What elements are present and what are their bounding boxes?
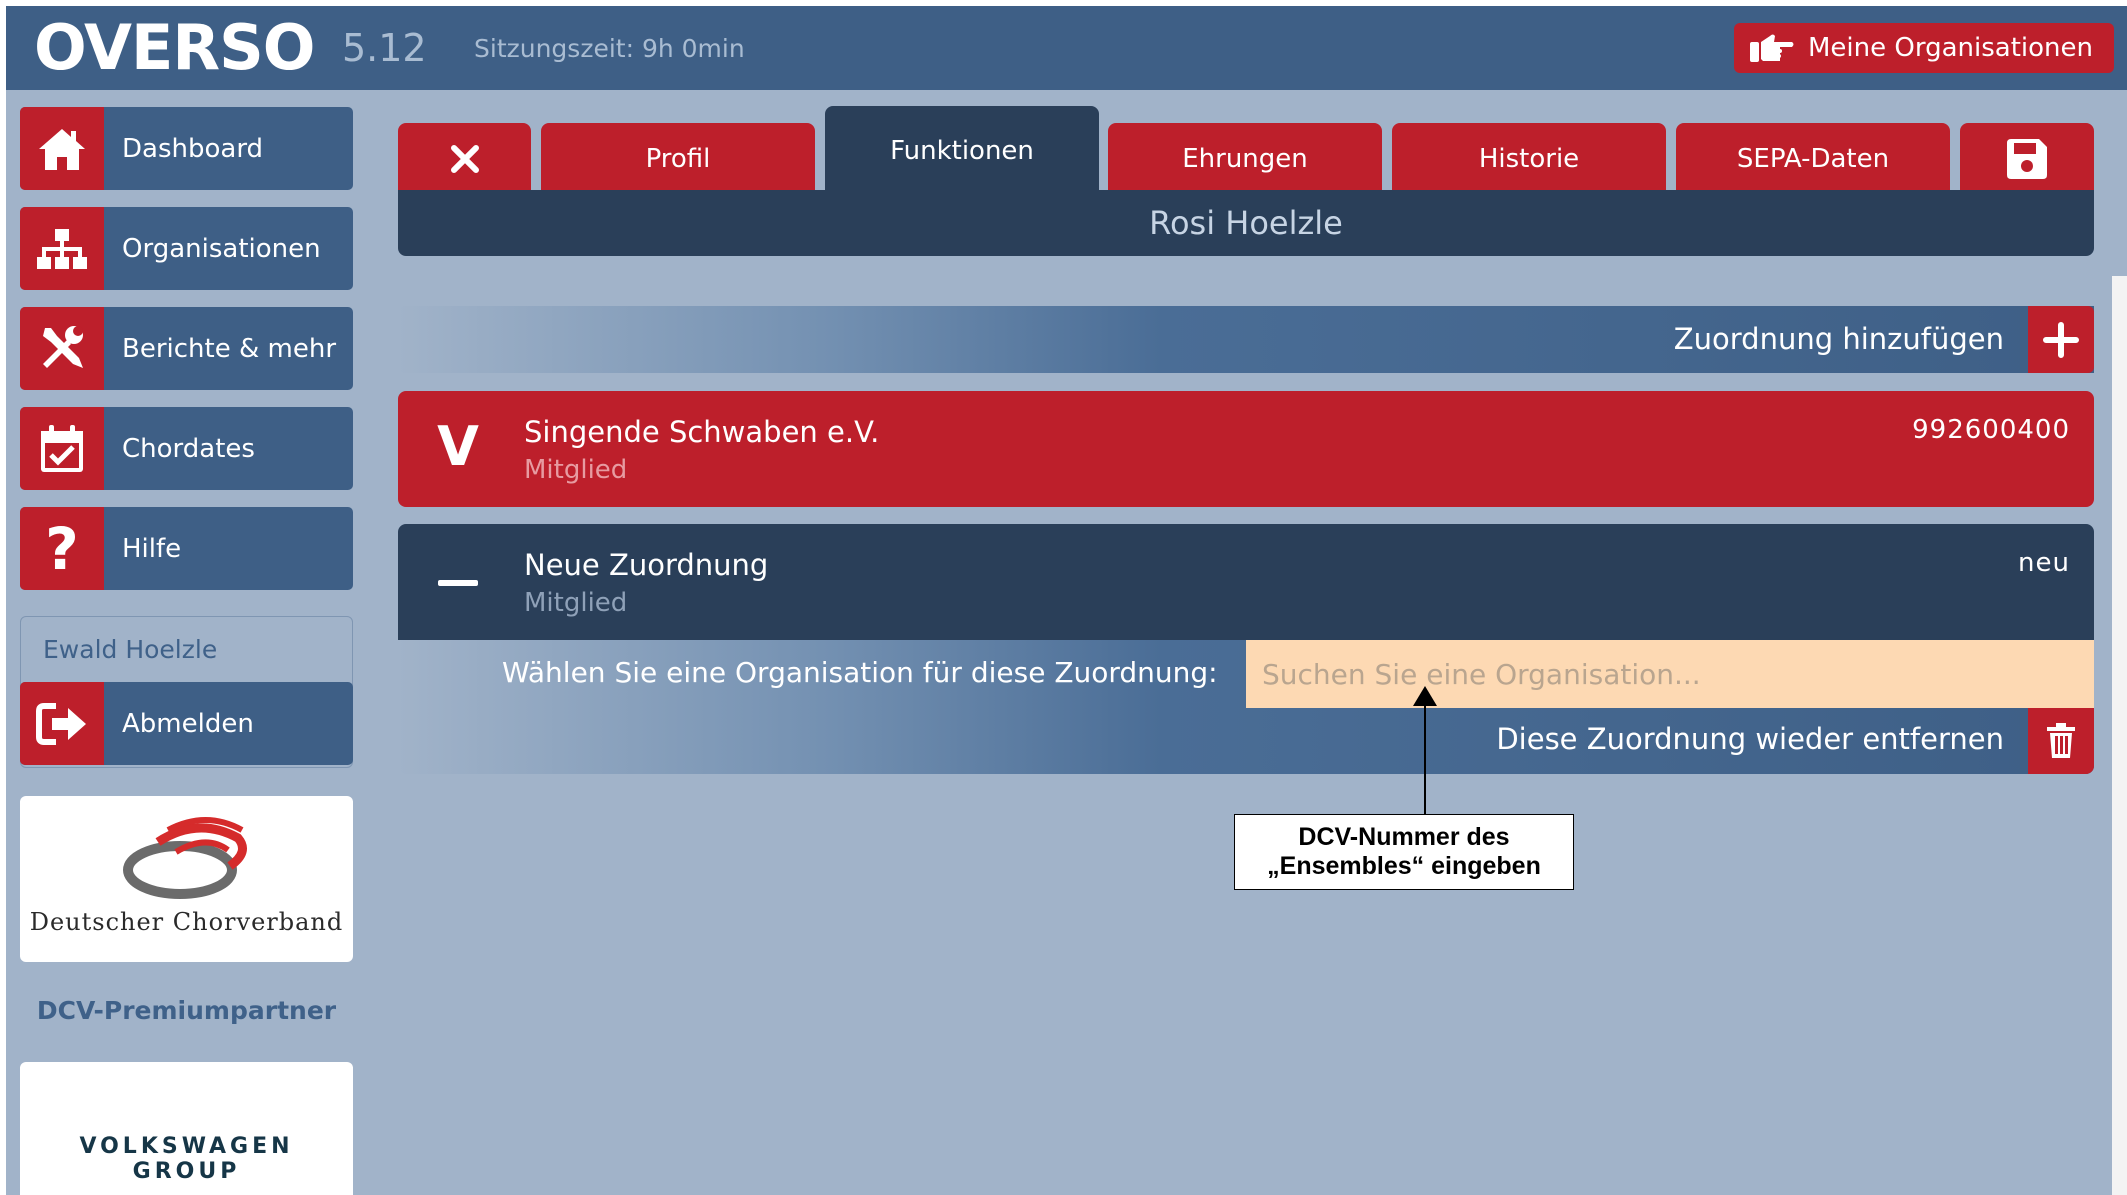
- remove-assignment-label: Diese Zuordnung wieder entfernen: [1496, 722, 2004, 756]
- tab-label: Historie: [1478, 144, 1580, 174]
- save-icon: [2007, 139, 2047, 179]
- tab-funktionen[interactable]: Funktionen: [825, 106, 1099, 196]
- sidebar-item-hilfe[interactable]: ? Hilfe: [20, 507, 353, 590]
- assignment-role: Mitglied: [524, 455, 628, 485]
- callout-line-2: „Ensembles“ eingeben: [1267, 852, 1541, 880]
- tab-historie[interactable]: Historie: [1392, 123, 1666, 195]
- choose-organization-row: Wählen Sie eine Organisation für diese Z…: [398, 640, 2094, 708]
- my-organizations-button[interactable]: Meine Organisationen: [1734, 23, 2114, 73]
- tab-label: Profil: [645, 144, 711, 174]
- add-assignment-bar: Zuordnung hinzufügen: [398, 306, 2094, 373]
- sidebar-item-berichte[interactable]: Berichte & mehr: [20, 307, 353, 390]
- dcv-swirl-icon: [123, 817, 247, 899]
- new-assignment-card[interactable]: Neue Zuordnung Mitglied neu: [398, 524, 2094, 640]
- tab-profil[interactable]: Profil: [541, 123, 815, 195]
- partner-label: DCV-Premiumpartner: [36, 996, 337, 1025]
- tab-label: SEPA-Daten: [1736, 144, 1890, 174]
- home-icon: [20, 107, 104, 190]
- tab-ehrungen[interactable]: Ehrungen: [1108, 123, 1382, 195]
- close-tab-button[interactable]: [398, 123, 531, 195]
- callout-line: [1424, 696, 1426, 821]
- version-label: 5.12: [342, 26, 427, 70]
- pointing-hand-icon: [1750, 34, 1794, 62]
- sidebar-item-label: Dashboard: [122, 133, 264, 164]
- page-scrollbar[interactable]: [2112, 276, 2127, 1195]
- person-name-bar: Rosi Hoelzle: [398, 190, 2094, 256]
- close-icon: [450, 145, 479, 173]
- app-logo: OVERSO: [34, 11, 315, 84]
- tab-sepa-daten[interactable]: SEPA-Daten: [1676, 123, 1950, 195]
- tab-label: Ehrungen: [1182, 144, 1308, 174]
- logout-button[interactable]: Abmelden: [20, 682, 353, 765]
- callout-line-1: DCV-Nummer des: [1298, 823, 1510, 851]
- sidebar-item-label: Chordates: [122, 433, 255, 464]
- vw-logo-text: VOLKSWAGEN GROUP: [79, 1134, 294, 1184]
- assignment-role: Mitglied: [524, 588, 628, 618]
- sidebar-item-chordates[interactable]: Chordates: [20, 407, 353, 490]
- top-bar: OVERSO 5.12 Sitzungszeit: 9h 0min Meine …: [6, 6, 2127, 90]
- question-icon: ?: [20, 507, 104, 590]
- dcv-logo: Deutscher Chorverband: [20, 796, 353, 962]
- assignment-title: Singende Schwaben e.V.: [524, 415, 880, 449]
- sidebar-item-label: Organisationen: [122, 233, 321, 264]
- remove-assignment-button[interactable]: [2028, 708, 2094, 774]
- sign-out-icon: [20, 682, 104, 765]
- tools-icon: [20, 307, 104, 390]
- sidebar-item-label: Hilfe: [122, 533, 182, 564]
- minus-icon[interactable]: [438, 580, 478, 586]
- user-name: Ewald Hoelzle: [43, 635, 218, 664]
- choose-organization-label: Wählen Sie eine Organisation für diese Z…: [502, 656, 1218, 689]
- sidebar-item-dashboard[interactable]: Dashboard: [20, 107, 353, 190]
- org-chart-icon: [20, 207, 104, 290]
- sidebar-item-organisationen[interactable]: Organisationen: [20, 207, 353, 290]
- dcv-logo-text: Deutscher Chorverband: [29, 908, 344, 936]
- calendar-check-icon: [20, 407, 104, 490]
- assignment-title: Neue Zuordnung: [524, 548, 769, 582]
- vw-logo: VOLKSWAGEN GROUP: [20, 1062, 353, 1195]
- add-assignment-label: Zuordnung hinzufügen: [1673, 322, 2004, 356]
- app-window: OVERSO 5.12 Sitzungszeit: 9h 0min Meine …: [6, 6, 2127, 1195]
- assignment-number: 992600400: [1912, 415, 2070, 445]
- sidebar-item-label: Berichte & mehr: [122, 333, 337, 364]
- organization-search-input[interactable]: [1246, 640, 2094, 708]
- callout-box: DCV-Nummer des „Ensembles“ eingeben: [1234, 814, 1574, 890]
- remove-assignment-row: Diese Zuordnung wieder entfernen: [398, 708, 2094, 774]
- logout-label: Abmelden: [122, 708, 254, 739]
- assignment-card[interactable]: V Singende Schwaben e.V. Mitglied 992600…: [398, 391, 2094, 507]
- plus-icon: [2043, 321, 2079, 358]
- assignment-status: neu: [2018, 548, 2070, 578]
- my-organizations-label: Meine Organisationen: [1808, 33, 2093, 63]
- assignment-type-letter: V: [437, 415, 479, 478]
- person-name: Rosi Hoelzle: [1149, 204, 1343, 242]
- add-assignment-button[interactable]: [2028, 306, 2094, 373]
- save-button[interactable]: [1960, 123, 2094, 195]
- tab-label: Funktionen: [890, 136, 1034, 166]
- session-time: Sitzungszeit: 9h 0min: [474, 34, 745, 63]
- trash-icon: [2047, 723, 2075, 758]
